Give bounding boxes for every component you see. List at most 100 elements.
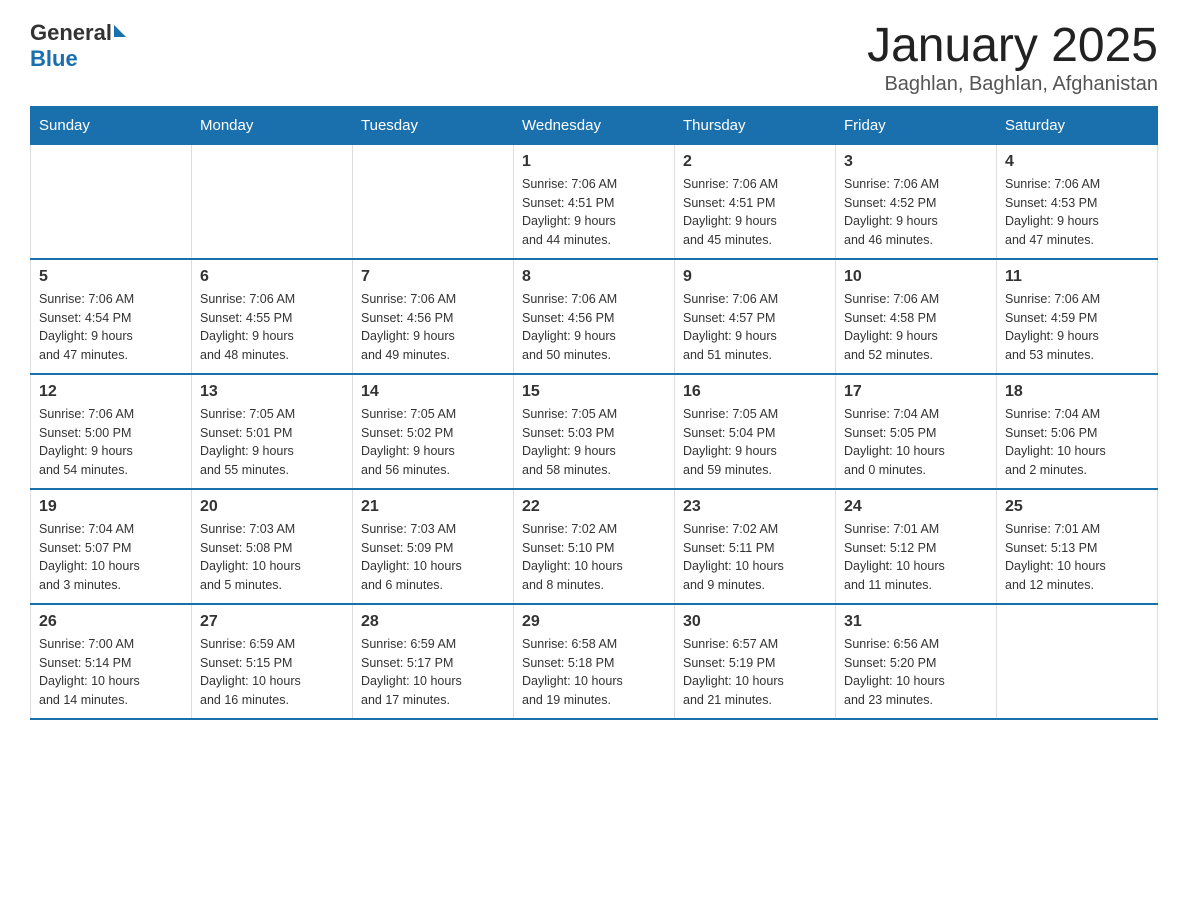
calendar-cell: 27 Sunrise: 6:59 AMSunset: 5:15 PMDayligh… [192,604,353,719]
day-info: Sunrise: 7:06 AMSunset: 4:59 PMDaylight:… [1005,290,1149,365]
day-info: Sunrise: 7:06 AMSunset: 4:56 PMDaylight:… [522,290,666,365]
day-number: 5 [39,268,183,286]
day-number: 15 [522,383,666,401]
day-number: 6 [200,268,344,286]
logo-blue: Blue [30,46,78,72]
day-number: 20 [200,498,344,516]
calendar-header-row: SundayMondayTuesdayWednesdayThursdayFrid… [31,106,1158,144]
calendar-cell: 24 Sunrise: 7:01 AMSunset: 5:12 PMDayligh… [836,489,997,604]
calendar-cell: 29Sunrise: 6:58 AMSunset: 5:18 PMDayligh… [514,604,675,719]
day-number: 10 [844,268,988,286]
weekday-header-tuesday: Tuesday [353,106,514,144]
calendar-cell: 18 Sunrise: 7:04 AMSunset: 5:06 PMDayligh… [997,374,1158,489]
day-info: Sunrise: 7:06 AMSunset: 4:53 PMDaylight:… [1005,175,1149,250]
day-info: Sunrise: 7:06 AMSunset: 4:57 PMDaylight:… [683,290,827,365]
day-info: Sunrise: 7:06 AMSunset: 4:51 PMDaylight:… [683,175,827,250]
day-info: Sunrise: 7:02 AMSunset: 5:10 PMDaylight:… [522,520,666,595]
day-number: 11 [1005,268,1149,286]
calendar-cell: 16 Sunrise: 7:05 AMSunset: 5:04 PMDayligh… [675,374,836,489]
day-info: Sunrise: 6:59 AMSunset: 5:15 PMDaylight:… [200,635,344,710]
day-info: Sunrise: 7:05 AMSunset: 5:04 PMDaylight:… [683,405,827,480]
day-info: Sunrise: 7:05 AMSunset: 5:03 PMDaylight:… [522,405,666,480]
calendar-cell: 2 Sunrise: 7:06 AMSunset: 4:51 PMDaylight… [675,144,836,259]
day-number: 14 [361,383,505,401]
calendar-cell: 28 Sunrise: 6:59 AMSunset: 5:17 PMDayligh… [353,604,514,719]
day-info: Sunrise: 7:04 AMSunset: 5:05 PMDaylight:… [844,405,988,480]
logo: General Blue [30,20,126,72]
day-number: 9 [683,268,827,286]
day-number: 31 [844,613,988,631]
weekday-header-monday: Monday [192,106,353,144]
logo-general: General [30,20,112,46]
day-number: 1 [522,153,666,171]
day-number: 21 [361,498,505,516]
calendar-cell: 31 Sunrise: 6:56 AMSunset: 5:20 PMDayligh… [836,604,997,719]
calendar-cell: 1Sunrise: 7:06 AMSunset: 4:51 PMDaylight… [514,144,675,259]
day-info: Sunrise: 6:59 AMSunset: 5:17 PMDaylight:… [361,635,505,710]
calendar-cell: 8 Sunrise: 7:06 AMSunset: 4:56 PMDaylight… [514,259,675,374]
day-info: Sunrise: 7:06 AMSunset: 4:55 PMDaylight:… [200,290,344,365]
calendar-cell: 5 Sunrise: 7:06 AMSunset: 4:54 PMDaylight… [31,259,192,374]
calendar-cell: 19Sunrise: 7:04 AMSunset: 5:07 PMDayligh… [31,489,192,604]
page-header: General Blue January 2025 Baghlan, Baghl… [30,20,1158,96]
day-info: Sunrise: 6:56 AMSunset: 5:20 PMDaylight:… [844,635,988,710]
day-info: Sunrise: 7:04 AMSunset: 5:06 PMDaylight:… [1005,405,1149,480]
day-info: Sunrise: 7:03 AMSunset: 5:08 PMDaylight:… [200,520,344,595]
day-info: Sunrise: 7:06 AMSunset: 4:54 PMDaylight:… [39,290,183,365]
calendar-table: SundayMondayTuesdayWednesdayThursdayFrid… [30,106,1158,720]
day-number: 18 [1005,383,1149,401]
calendar-week-row: 5 Sunrise: 7:06 AMSunset: 4:54 PMDaylight… [31,259,1158,374]
weekday-header-saturday: Saturday [997,106,1158,144]
calendar-week-row: 1 Sunrise: 7:06 AMSunset: 4:51 PMDaylight… [31,144,1158,259]
calendar-cell: 14Sunrise: 7:05 AMSunset: 5:02 PMDayligh… [353,374,514,489]
calendar-cell: 20 Sunrise: 7:03 AMSunset: 5:08 PMDayligh… [192,489,353,604]
day-number: 25 [1005,498,1149,516]
calendar-cell: 23Sunrise: 7:02 AMSunset: 5:11 PMDayligh… [675,489,836,604]
calendar-cell: 6 Sunrise: 7:06 AMSunset: 4:55 PMDaylight… [192,259,353,374]
calendar-cell [997,604,1158,719]
calendar-cell: 4 Sunrise: 7:06 AMSunset: 4:53 PMDaylight… [997,144,1158,259]
day-info: Sunrise: 6:57 AMSunset: 5:19 PMDaylight:… [683,635,827,710]
day-info: Sunrise: 7:06 AMSunset: 5:00 PMDaylight:… [39,405,183,480]
day-number: 17 [844,383,988,401]
day-info: Sunrise: 7:01 AMSunset: 5:12 PMDaylight:… [844,520,988,595]
day-info: Sunrise: 7:01 AMSunset: 5:13 PMDaylight:… [1005,520,1149,595]
day-number: 19 [39,498,183,516]
day-info: Sunrise: 7:00 AMSunset: 5:14 PMDaylight:… [39,635,183,710]
day-info: Sunrise: 7:06 AMSunset: 4:52 PMDaylight:… [844,175,988,250]
day-number: 8 [522,268,666,286]
calendar-cell: 30 Sunrise: 6:57 AMSunset: 5:19 PMDayligh… [675,604,836,719]
day-number: 24 [844,498,988,516]
calendar-cell: 25 Sunrise: 7:01 AMSunset: 5:13 PMDayligh… [997,489,1158,604]
calendar-week-row: 26Sunrise: 7:00 AMSunset: 5:14 PMDayligh… [31,604,1158,719]
day-number: 3 [844,153,988,171]
calendar-cell: 21 Sunrise: 7:03 AMSunset: 5:09 PMDayligh… [353,489,514,604]
day-number: 30 [683,613,827,631]
calendar-cell: 26Sunrise: 7:00 AMSunset: 5:14 PMDayligh… [31,604,192,719]
day-info: Sunrise: 7:06 AMSunset: 4:56 PMDaylight:… [361,290,505,365]
calendar-week-row: 12 Sunrise: 7:06 AMSunset: 5:00 PMDayligh… [31,374,1158,489]
calendar-week-row: 19Sunrise: 7:04 AMSunset: 5:07 PMDayligh… [31,489,1158,604]
calendar-cell [192,144,353,259]
day-number: 16 [683,383,827,401]
logo-arrow-icon [114,25,126,37]
calendar-cell: 12 Sunrise: 7:06 AMSunset: 5:00 PMDayligh… [31,374,192,489]
calendar-cell: 11 Sunrise: 7:06 AMSunset: 4:59 PMDayligh… [997,259,1158,374]
weekday-header-friday: Friday [836,106,997,144]
day-number: 4 [1005,153,1149,171]
day-number: 13 [200,383,344,401]
day-number: 27 [200,613,344,631]
day-number: 28 [361,613,505,631]
day-number: 12 [39,383,183,401]
day-number: 2 [683,153,827,171]
calendar-subtitle: Baghlan, Baghlan, Afghanistan [867,73,1158,96]
day-info: Sunrise: 7:02 AMSunset: 5:11 PMDaylight:… [683,520,827,595]
day-number: 22 [522,498,666,516]
calendar-cell: 17 Sunrise: 7:04 AMSunset: 5:05 PMDayligh… [836,374,997,489]
calendar-cell [31,144,192,259]
calendar-cell: 15 Sunrise: 7:05 AMSunset: 5:03 PMDayligh… [514,374,675,489]
calendar-cell: 9 Sunrise: 7:06 AMSunset: 4:57 PMDaylight… [675,259,836,374]
calendar-cell: 22 Sunrise: 7:02 AMSunset: 5:10 PMDayligh… [514,489,675,604]
day-info: Sunrise: 7:03 AMSunset: 5:09 PMDaylight:… [361,520,505,595]
day-info: Sunrise: 7:06 AMSunset: 4:58 PMDaylight:… [844,290,988,365]
